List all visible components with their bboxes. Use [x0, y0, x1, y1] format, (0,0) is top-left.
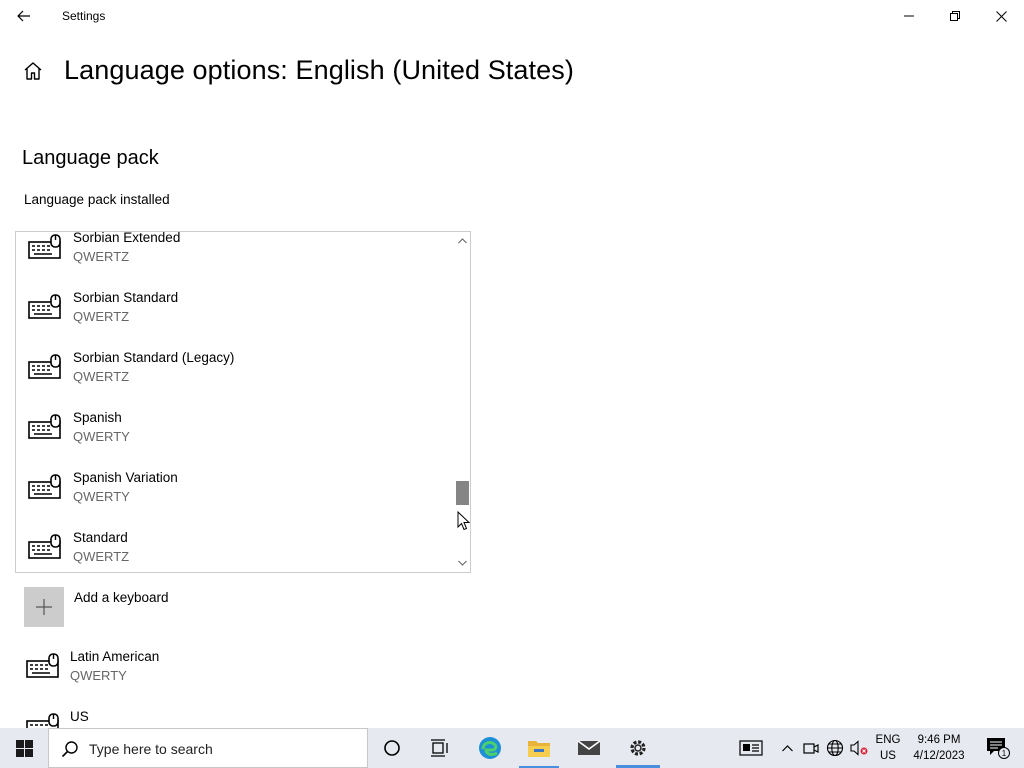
keyboard-icon	[26, 653, 59, 678]
windows-logo-icon	[15, 739, 33, 757]
notification-count: 1	[1002, 749, 1007, 758]
keyboard-icon	[28, 474, 61, 499]
scroll-down-arrow[interactable]	[457, 558, 467, 568]
keyboard-icon	[28, 354, 61, 379]
restore-icon	[950, 11, 960, 21]
show-hidden-icons-button[interactable]	[778, 728, 796, 768]
taskbar: Type here to search ENG US 9:46 PM 4/12/…	[0, 728, 1024, 768]
keyboard-list-item[interactable]: Spanish Variation QWERTY	[16, 470, 454, 530]
language-pack-status: Language pack installed	[24, 192, 170, 207]
task-view-button[interactable]	[416, 728, 464, 768]
language-code: ENG	[875, 734, 901, 746]
mail-icon	[577, 740, 601, 755]
notification-icon: 1	[987, 738, 1010, 759]
news-icon	[739, 740, 763, 756]
globe-icon	[826, 739, 844, 757]
mouse-cursor-icon	[457, 511, 470, 531]
action-center-button[interactable]: 1	[978, 728, 1018, 768]
task-view-icon	[431, 739, 448, 757]
keyboard-layout: QWERTZ	[73, 369, 130, 384]
settings-taskbar-button[interactable]	[614, 728, 662, 768]
minimize-button[interactable]	[886, 0, 932, 32]
cortana-icon	[384, 740, 400, 756]
search-icon	[61, 741, 78, 758]
close-button[interactable]	[978, 0, 1024, 32]
file-explorer-button[interactable]	[515, 728, 563, 768]
page-title: Language options: English (United States…	[64, 55, 574, 85]
meet-now-icon	[803, 743, 819, 754]
keyboard-name: Sorbian Standard	[73, 290, 179, 305]
cortana-button[interactable]	[368, 728, 416, 768]
keyboard-name: US	[70, 709, 89, 724]
keyboard-layout: QWERTY	[73, 489, 130, 504]
home-button[interactable]	[22, 60, 46, 84]
keyboard-icon	[28, 534, 61, 559]
back-button[interactable]	[8, 0, 40, 32]
edge-icon	[479, 737, 501, 759]
close-icon	[995, 10, 1007, 22]
keyboard-layout: QWERTY	[73, 429, 130, 444]
keyboard-layout: QWERTY	[70, 668, 127, 683]
scroll-thumb[interactable]	[456, 480, 469, 505]
keyboard-layout: QWERTZ	[73, 309, 130, 324]
keyboard-name: Spanish	[73, 410, 122, 425]
keyboard-icon	[28, 234, 61, 259]
keyboard-list-item[interactable]: Sorbian Extended QWERTZ	[16, 231, 454, 290]
keyboard-list-item[interactable]: Spanish QWERTY	[16, 410, 454, 470]
back-arrow-icon	[17, 10, 30, 22]
keyboard-layout: QWERTZ	[73, 249, 130, 264]
input-language-indicator[interactable]: ENG US	[872, 732, 904, 764]
minimize-icon	[904, 15, 914, 17]
clock[interactable]: 9:46 PM 4/12/2023	[908, 732, 970, 764]
add-keyboard-button[interactable]: Add a keyboard	[24, 587, 324, 627]
settings-icon	[630, 740, 646, 756]
keyboard-list-items: Sorbian Extended QWERTZ Sorbian Standard QW…	[16, 231, 454, 572]
keyboard-list[interactable]: Sorbian Extended QWERTZ Sorbian Standard QW…	[15, 231, 471, 573]
keyboard-name: Standard	[73, 530, 128, 545]
keyboard-layout: QWERTZ	[73, 549, 130, 564]
keyboard-icon	[28, 414, 61, 439]
plus-icon	[36, 599, 52, 615]
chevron-down-icon	[457, 560, 467, 566]
keyboard-list-item[interactable]: Standard QWERTZ	[16, 530, 454, 572]
speaker-muted-icon	[850, 740, 868, 756]
keyboard-name: Spanish Variation	[73, 470, 178, 485]
volume-button[interactable]	[848, 728, 870, 768]
keyboard-name: Sorbian Extended	[73, 231, 181, 245]
home-icon	[24, 62, 42, 80]
add-keyboard-tile	[24, 587, 64, 627]
add-keyboard-label: Add a keyboard	[74, 590, 169, 605]
network-button[interactable]	[824, 728, 846, 768]
keyboard-item-latin-american[interactable]: Latin American QWERTY	[24, 649, 324, 699]
meet-now-button[interactable]	[801, 728, 821, 768]
edge-button[interactable]	[466, 728, 514, 768]
scroll-up-arrow[interactable]	[457, 236, 467, 246]
keyboard-list-item[interactable]: Sorbian Standard QWERTZ	[16, 290, 454, 350]
search-placeholder: Type here to search	[89, 741, 213, 757]
file-explorer-icon	[528, 741, 550, 757]
clock-time: 9:46 PM	[917, 734, 961, 746]
keyboard-icon	[28, 294, 61, 319]
language-pack-heading: Language pack	[22, 147, 159, 169]
start-button[interactable]	[0, 728, 48, 768]
news-button[interactable]	[737, 728, 765, 768]
keyboard-name: Latin American	[70, 649, 160, 664]
chevron-up-icon	[457, 238, 467, 244]
title-bar: Settings	[0, 0, 1024, 32]
keyboard-name: Sorbian Standard (Legacy)	[73, 350, 235, 365]
keyboard-region: US	[880, 750, 896, 762]
taskbar-search-box[interactable]: Type here to search	[48, 728, 368, 768]
chevron-up-icon	[781, 744, 793, 751]
keyboard-list-item[interactable]: Sorbian Standard (Legacy) QWERTZ	[16, 350, 454, 410]
window-title: Settings	[62, 9, 106, 23]
clock-date: 4/12/2023	[913, 750, 965, 762]
restore-button[interactable]	[932, 0, 978, 32]
mail-button[interactable]	[565, 728, 613, 768]
